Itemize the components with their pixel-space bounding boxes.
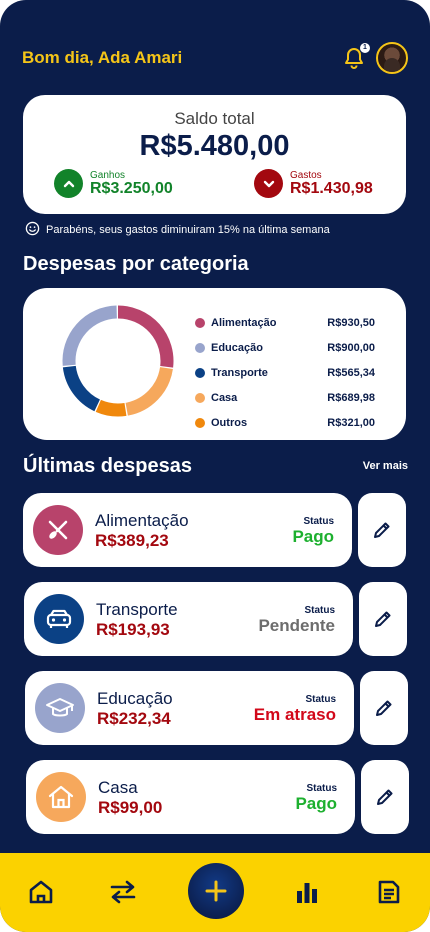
chevron-down-icon — [254, 169, 283, 198]
legend-value: R$930,50 — [327, 316, 375, 329]
legend-item[interactable]: Transporte R$565,34 — [195, 360, 375, 385]
legend-value: R$689,98 — [327, 391, 375, 404]
legend-item[interactable]: Alimentação R$930,50 — [195, 310, 375, 335]
expenses-summary: Gastos R$1.430,98 — [254, 169, 373, 198]
edit-button[interactable] — [360, 671, 408, 745]
home-icon[interactable] — [26, 877, 56, 907]
donut-slice-outros[interactable] — [95, 399, 127, 417]
donut-slice-casa[interactable] — [125, 366, 173, 416]
balance-label: Saldo total — [174, 109, 255, 128]
legend-dot — [195, 417, 205, 428]
document-icon[interactable] — [374, 877, 404, 907]
legend-value: R$321,00 — [327, 416, 375, 429]
car-icon — [34, 594, 84, 644]
app-screen: Bom dia, Ada Amari 1 Saldo total R$5.480… — [0, 0, 430, 932]
legend-dot — [195, 342, 205, 353]
greeting: Bom dia, Ada Amari — [22, 48, 183, 67]
transfer-icon[interactable] — [108, 877, 138, 907]
expenses-value: R$1.430,98 — [290, 179, 373, 197]
expense-amount: R$193,93 — [96, 620, 170, 639]
house-icon — [36, 772, 86, 822]
status-badge: Pago — [292, 527, 334, 546]
pencil-icon — [377, 789, 393, 805]
balance-value: R$5.480,00 — [139, 130, 290, 162]
bottom-nav — [0, 853, 430, 932]
header: Bom dia, Ada Amari 1 — [22, 38, 408, 78]
latest-title: Últimas despesas — [23, 455, 192, 477]
plus-icon — [205, 880, 227, 902]
status-label: Status — [303, 516, 334, 527]
expense-name: Transporte — [96, 600, 178, 619]
expense-amount: R$389,23 — [95, 531, 169, 550]
savings-notice: Parabéns, seus gastos diminuiram 15% na … — [25, 221, 330, 239]
edit-button[interactable] — [359, 582, 407, 656]
legend-name: Casa — [211, 391, 238, 404]
expense-name: Casa — [98, 778, 138, 797]
graduation-cap-icon — [35, 683, 85, 733]
chevron-up-icon — [54, 169, 83, 198]
bell-icon[interactable]: 1 — [342, 43, 370, 70]
smile-icon — [25, 221, 40, 239]
expense-name: Educação — [97, 689, 173, 708]
status-label: Status — [306, 783, 337, 794]
header-actions: 1 — [342, 42, 408, 74]
bar-chart-icon[interactable] — [292, 877, 322, 907]
legend-value: R$565,34 — [327, 366, 375, 379]
edit-button[interactable] — [358, 493, 406, 567]
status-label: Status — [304, 605, 335, 616]
status-label: Status — [305, 694, 336, 705]
legend-name: Outros — [211, 416, 248, 429]
avatar[interactable] — [376, 42, 408, 74]
cutlery-icon — [33, 505, 83, 555]
legend-dot — [195, 392, 205, 403]
expense-card[interactable]: Casa R$99,00 Status Pago — [26, 760, 355, 834]
expense-amount: R$99,00 — [98, 798, 163, 817]
categories-title: Despesas por categoria — [23, 253, 249, 275]
see-more-link[interactable]: Ver mais — [363, 460, 408, 472]
legend-value: R$900,00 — [327, 341, 375, 354]
legend-name: Educação — [211, 341, 263, 354]
legend-dot — [195, 317, 205, 328]
expense-card[interactable]: Alimentação R$389,23 Status Pago — [23, 493, 352, 567]
expense-amount: R$232,34 — [97, 709, 171, 728]
category-legend: Alimentação R$930,50 Educação R$900,00 T… — [195, 310, 375, 435]
pencil-icon — [374, 522, 390, 538]
expense-name: Alimentação — [95, 511, 189, 530]
donut-slice-alimentação[interactable] — [117, 305, 174, 368]
donut-slice-educação[interactable] — [62, 305, 118, 366]
expense-card[interactable]: Educação R$232,34 Status Em atraso — [25, 671, 354, 745]
pencil-icon — [376, 700, 392, 716]
legend-name: Alimentação — [211, 316, 277, 329]
status-badge: Pendente — [258, 616, 335, 635]
legend-item[interactable]: Educação R$900,00 — [195, 335, 375, 360]
legend-item[interactable]: Casa R$689,98 — [195, 385, 375, 410]
add-expense-button[interactable] — [188, 863, 244, 919]
pencil-icon — [375, 611, 391, 627]
donut-chart — [62, 305, 174, 417]
edit-button[interactable] — [361, 760, 409, 834]
gains-summary: Ganhos R$3.250,00 — [54, 169, 173, 198]
status-badge: Em atraso — [253, 705, 336, 724]
categories-card: Alimentação R$930,50 Educação R$900,00 T… — [23, 288, 406, 440]
legend-dot — [195, 367, 205, 378]
notice-text: Parabéns, seus gastos diminuiram 15% na … — [46, 224, 330, 236]
expense-card[interactable]: Transporte R$193,93 Status Pendente — [24, 582, 353, 656]
notification-badge: 1 — [360, 43, 370, 53]
legend-item[interactable]: Outros R$321,00 — [195, 410, 375, 435]
gains-value: R$3.250,00 — [90, 179, 173, 197]
balance-card: Saldo total R$5.480,00 Ganhos R$3.250,00… — [23, 95, 406, 214]
legend-name: Transporte — [211, 366, 268, 379]
status-badge: Pago — [295, 794, 337, 813]
donut-slice-transporte[interactable] — [62, 365, 101, 412]
